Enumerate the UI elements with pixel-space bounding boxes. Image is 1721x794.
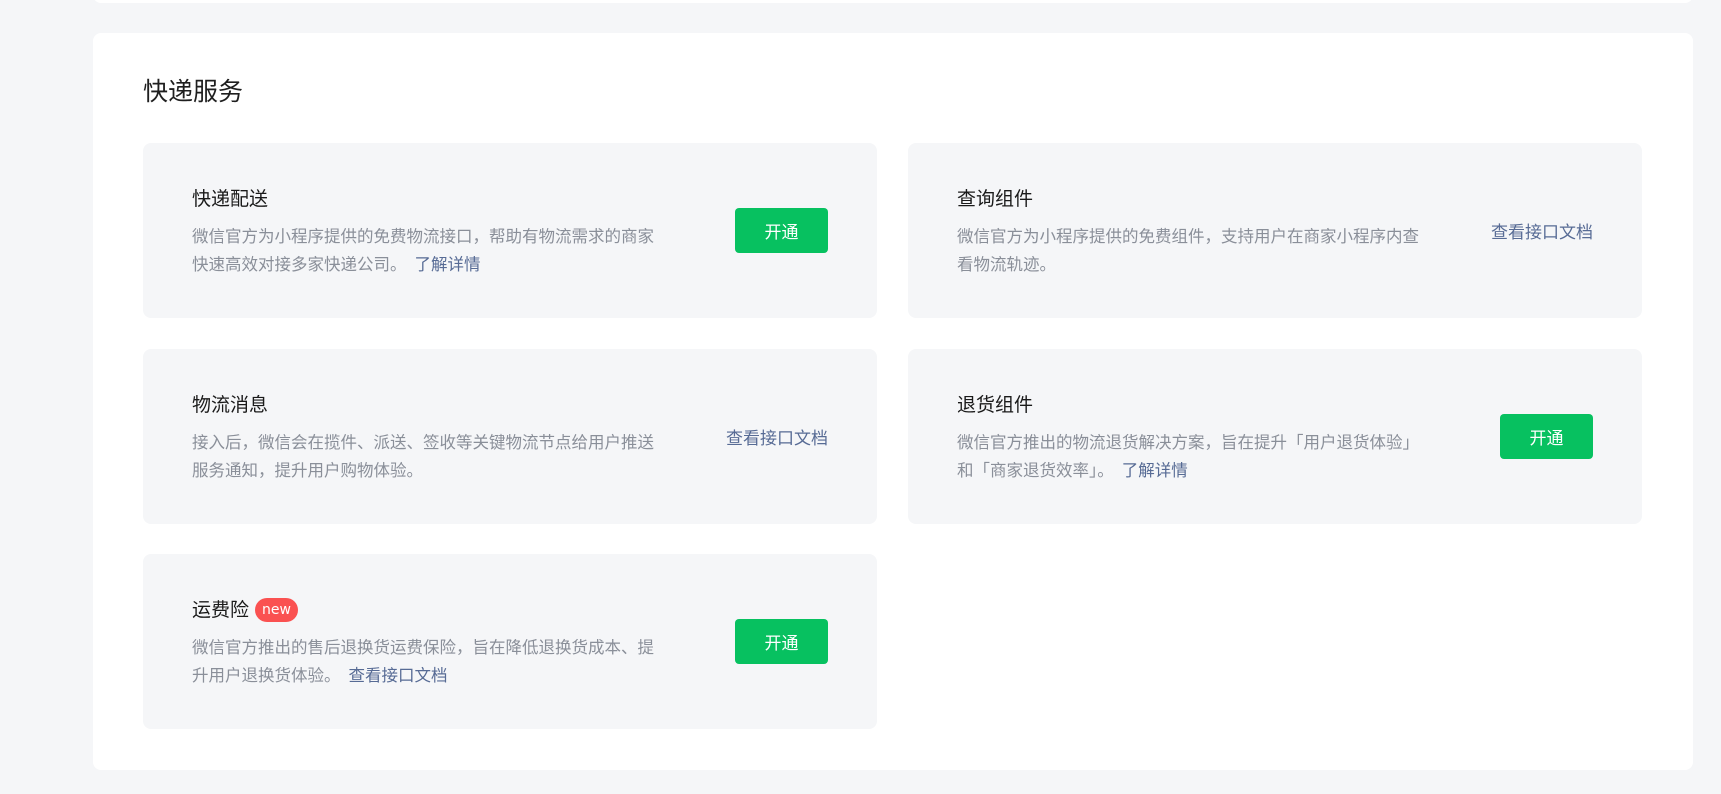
- card-query-component: 查询组件 微信官方为小程序提供的免费组件，支持用户在商家小程序内查看物流轨迹。 …: [908, 143, 1642, 318]
- previous-panel-edge: [93, 0, 1693, 3]
- card-description: 微信官方为小程序提供的免费组件，支持用户在商家小程序内查看物流轨迹。: [957, 227, 1419, 274]
- card-description: 微信官方推出的物流退货解决方案，旨在提升「用户退货体验」和「商家退货效率」。 了解…: [957, 433, 1419, 480]
- card-title: 退货组件: [957, 394, 1034, 416]
- card-description: 微信官方为小程序提供的免费物流接口，帮助有物流需求的商家快速高效对接多家快递公司…: [192, 227, 654, 274]
- card-description: 接入后，微信会在揽件、派送、签收等关键物流节点给用户推送服务通知，提升用户购物体…: [192, 433, 654, 480]
- card-express-delivery: 快递配送 微信官方为小程序提供的免费物流接口，帮助有物流需求的商家快速高效对接多…: [143, 143, 877, 318]
- learn-more-link[interactable]: 了解详情: [1122, 461, 1188, 480]
- card-shipping-insurance: 运费险 new 微信官方推出的售后退换货运费保险，旨在降低退换货成本、提升用户退…: [143, 554, 877, 729]
- view-api-docs-link[interactable]: 查看接口文档: [1491, 218, 1593, 243]
- card-title: 运费险 new: [192, 598, 298, 623]
- card-description: 微信官方推出的售后退换货运费保险，旨在降低退换货成本、提升用户退换货体验。 查看接…: [192, 638, 654, 685]
- card-logistics-message: 物流消息 接入后，微信会在揽件、派送、签收等关键物流节点给用户推送服务通知，提升…: [143, 349, 877, 524]
- activate-button[interactable]: 开通: [735, 208, 828, 253]
- activate-button[interactable]: 开通: [735, 619, 828, 664]
- activate-button[interactable]: 开通: [1500, 414, 1593, 459]
- card-title: 查询组件: [957, 188, 1034, 210]
- learn-more-link[interactable]: 了解详情: [415, 255, 481, 274]
- card-title: 物流消息: [192, 394, 269, 416]
- card-return-component: 退货组件 微信官方推出的物流退货解决方案，旨在提升「用户退货体验」和「商家退货效…: [908, 349, 1642, 524]
- new-badge: new: [255, 598, 298, 623]
- express-services-panel: 快递服务 快递配送 微信官方为小程序提供的免费物流接口，帮助有物流需求的商家快速…: [93, 33, 1693, 770]
- view-api-docs-link[interactable]: 查看接口文档: [349, 666, 448, 685]
- card-title: 快递配送: [192, 188, 269, 210]
- section-title: 快递服务: [143, 77, 244, 106]
- view-api-docs-link[interactable]: 查看接口文档: [726, 424, 828, 449]
